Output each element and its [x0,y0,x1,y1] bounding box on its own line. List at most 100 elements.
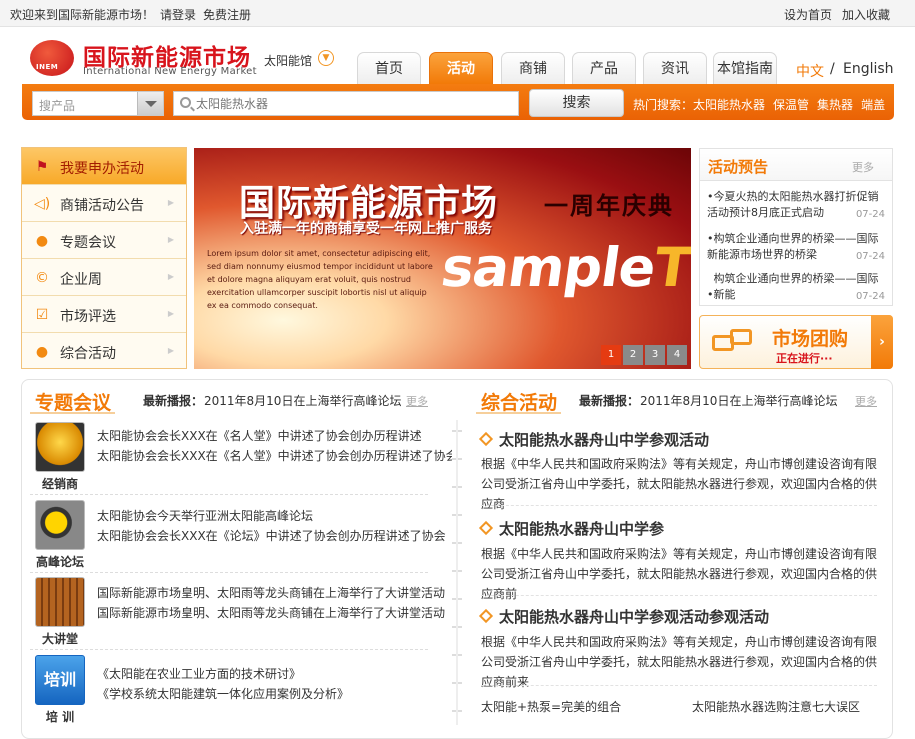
sidebar-item-enterprise-week[interactable]: © 企业周 ▶ [22,259,186,296]
divider [30,494,428,495]
list-item: 大讲堂 国际新能源市场皇明、太阳雨等龙头商铺在上海举行了大讲堂活动 国际新能源市… [30,577,445,650]
dropdown-arrow-icon[interactable] [137,92,163,115]
sidebar-item-label: 商铺活动公告 [60,198,144,214]
search-box [173,91,519,116]
tab-home[interactable]: 首页 [357,52,421,84]
more-link[interactable]: 更多 [852,159,874,175]
hot-search-link[interactable]: 端盖 [861,98,885,112]
top-bar: 欢迎来到国际新能源市场！ 请登录 免费注册 设为首页 加入收藏 [0,0,915,27]
banner-slideshow[interactable]: 国际新能源市场 一周年庆典 入驻满一年的商铺享受一年网上推广服务 Lorem i… [194,148,691,369]
tab-news[interactable]: 资讯 [643,52,707,84]
logo-badge: INEM [36,63,59,71]
microphone-icon[interactable] [35,500,85,550]
list-item-caption[interactable]: 培 训 [30,708,90,725]
tab-activities[interactable]: 活动 [429,52,493,84]
hot-search-link[interactable]: 集热器 [817,98,853,112]
chevron-right-icon: ▶ [167,346,174,355]
chat-boxes-icon [712,329,758,357]
footer-link[interactable]: 太阳能热水器选购注意七大误区 [692,698,860,715]
training-icon[interactable]: 培训 [35,655,85,705]
person-icon: ● [35,233,49,249]
chat-bubble-icon: ● [35,344,49,360]
banner-page-button[interactable]: 2 [623,345,643,365]
list-item[interactable]: •构筑企业通向世界的桥梁——国际新能 07-24 [707,271,885,305]
logo-icon[interactable]: INEM [30,40,74,76]
divider-spine [452,420,462,725]
hall-selector-label[interactable]: 太阳能馆 [264,52,312,69]
panel-title: 活动预告 [708,158,769,176]
list-item-text[interactable]: 太阳能协会会长XXX在《名人堂》中讲述了协会创办历程讲述了协会 [97,447,458,464]
tab-products[interactable]: 产品 [572,52,636,84]
sidebar-item-apply-event[interactable]: ⚑ 我要申办活动 [22,148,186,185]
activity-title[interactable]: 太阳能热水器舟山中学参 [478,518,664,539]
hot-search-label: 热门搜索： [633,98,694,112]
sidebar-item-general-activities[interactable]: ● 综合活动 ▶ [22,333,186,370]
sidebar-item-market-selection[interactable]: ☑ 市场评选 ▶ [22,296,186,333]
group-buy-title: 市场团购 [772,328,849,350]
list-item[interactable]: •今夏火热的太阳能热水器打折促销活动预计8月底正式启动 07-24 [707,189,885,223]
list-item-text[interactable]: 太阳能协会会长XXX在《论坛》中讲述了协会创办历程讲述了协会 [97,527,446,544]
add-favorite-link[interactable]: 加入收藏 [842,6,890,23]
chevron-right-icon: ▶ [167,272,174,281]
chevron-right-icon: ▶ [167,198,174,207]
chevron-right-icon[interactable]: › [871,315,893,369]
banner-page-button[interactable]: 4 [667,345,687,365]
sidebar-item-label: 综合活动 [60,346,116,362]
category-select-value: 搜产品 [39,99,76,113]
sidebar-item-shop-notices[interactable]: ◁) 商铺活动公告 ▶ [22,185,186,222]
diamond-bullet-icon [478,520,494,536]
list-item[interactable]: •构筑企业通向世界的桥梁——国际新能源市场世界的桥梁 07-24 [707,231,885,265]
list-item: 经销商 太阳能协会会长XXX在《名人堂》中讲述了协会创办历程讲述 太阳能协会会长… [30,422,458,495]
news-label: 最新播报： [143,394,204,408]
copyright-icon: © [35,270,49,286]
divider [481,685,877,686]
lang-chinese-link[interactable]: 中文 [796,61,824,81]
group-buy-status: 正在进行··· [776,352,833,365]
divider [481,505,877,506]
news-text[interactable]: 2011年8月10日在上海举行高峰论坛 [204,392,401,409]
more-link[interactable]: 更多 [406,393,428,409]
section-title: 综合活动 [481,392,558,414]
search-input[interactable] [196,94,512,114]
search-button[interactable]: 搜索 [529,89,624,117]
sidebar-item-conferences[interactable]: ● 专题会议 ▶ [22,222,186,259]
group-buy-banner[interactable]: 市场团购 正在进行··· › [699,315,893,369]
list-item-caption[interactable]: 大讲堂 [30,630,90,647]
list-item-text[interactable]: 《太阳能在农业工业方面的技术研讨》 [97,665,301,682]
list-item-text[interactable]: 《学校系统太阳能建筑一体化应用案例及分析》 [97,685,349,702]
banner-subtitle: 入驻满一年的商铺享受一年网上推广服务 [240,221,492,237]
section-underline [30,412,115,414]
panel-header: 活动预告 更多 [700,149,892,181]
footer-link[interactable]: 太阳能+热泵=完美的组合 [481,698,621,715]
chevron-down-icon[interactable]: ▼ [318,50,334,66]
dealer-icon[interactable] [35,422,85,472]
list-item-text[interactable]: 太阳能协会今天举行亚洲太阳能高峰论坛 [97,507,313,524]
activity-title[interactable]: 太阳能热水器舟山中学参观活动 [478,429,709,450]
lecture-hall-icon[interactable] [35,577,85,627]
list-item-date: 07-24 [855,291,885,302]
list-item-caption[interactable]: 高峰论坛 [30,553,90,570]
list-item-text: 构筑企业通向世界的桥梁——国际新能源市场世界的桥梁 [707,232,879,261]
hot-search-link[interactable]: 太阳能热水器 [693,98,765,112]
activity-title[interactable]: 太阳能热水器舟山中学参观活动参观活动 [478,606,769,627]
section-underline [476,412,561,414]
list-item-text: 今夏火热的太阳能热水器打折促销活动预计8月底正式启动 [707,190,879,219]
more-link[interactable]: 更多 [855,393,877,409]
tab-guide[interactable]: 本馆指南 [713,52,777,84]
banner-page-button[interactable]: 1 [601,345,621,365]
banner-page-button[interactable]: 3 [645,345,665,365]
list-item-text[interactable]: 太阳能协会会长XXX在《名人堂》中讲述了协会创办历程讲述 [97,427,422,444]
list-item-caption[interactable]: 经销商 [30,475,90,492]
tab-shops[interactable]: 商铺 [501,52,565,84]
welcome-text: 欢迎来到国际新能源市场！ [10,8,155,22]
set-homepage-link[interactable]: 设为首页 [784,6,832,23]
category-select[interactable]: 搜产品 [32,91,164,116]
hot-search-link[interactable]: 保温管 [773,98,809,112]
register-link[interactable]: 免费注册 [203,6,251,23]
list-item-text[interactable]: 国际新能源市场皇明、太阳雨等龙头商铺在上海举行了大讲堂活动 [97,584,445,601]
news-text[interactable]: 2011年8月10日在上海举行高峰论坛 [640,392,837,409]
list-item-text[interactable]: 国际新能源市场皇明、太阳雨等龙头商铺在上海举行了大讲堂活动 [97,604,445,621]
login-link[interactable]: 请登录 [160,6,196,23]
list-item: 培训 培 训 《太阳能在农业工业方面的技术研讨》 《学校系统太阳能建筑一体化应用… [30,655,428,725]
lang-english-link[interactable]: English [843,61,894,77]
